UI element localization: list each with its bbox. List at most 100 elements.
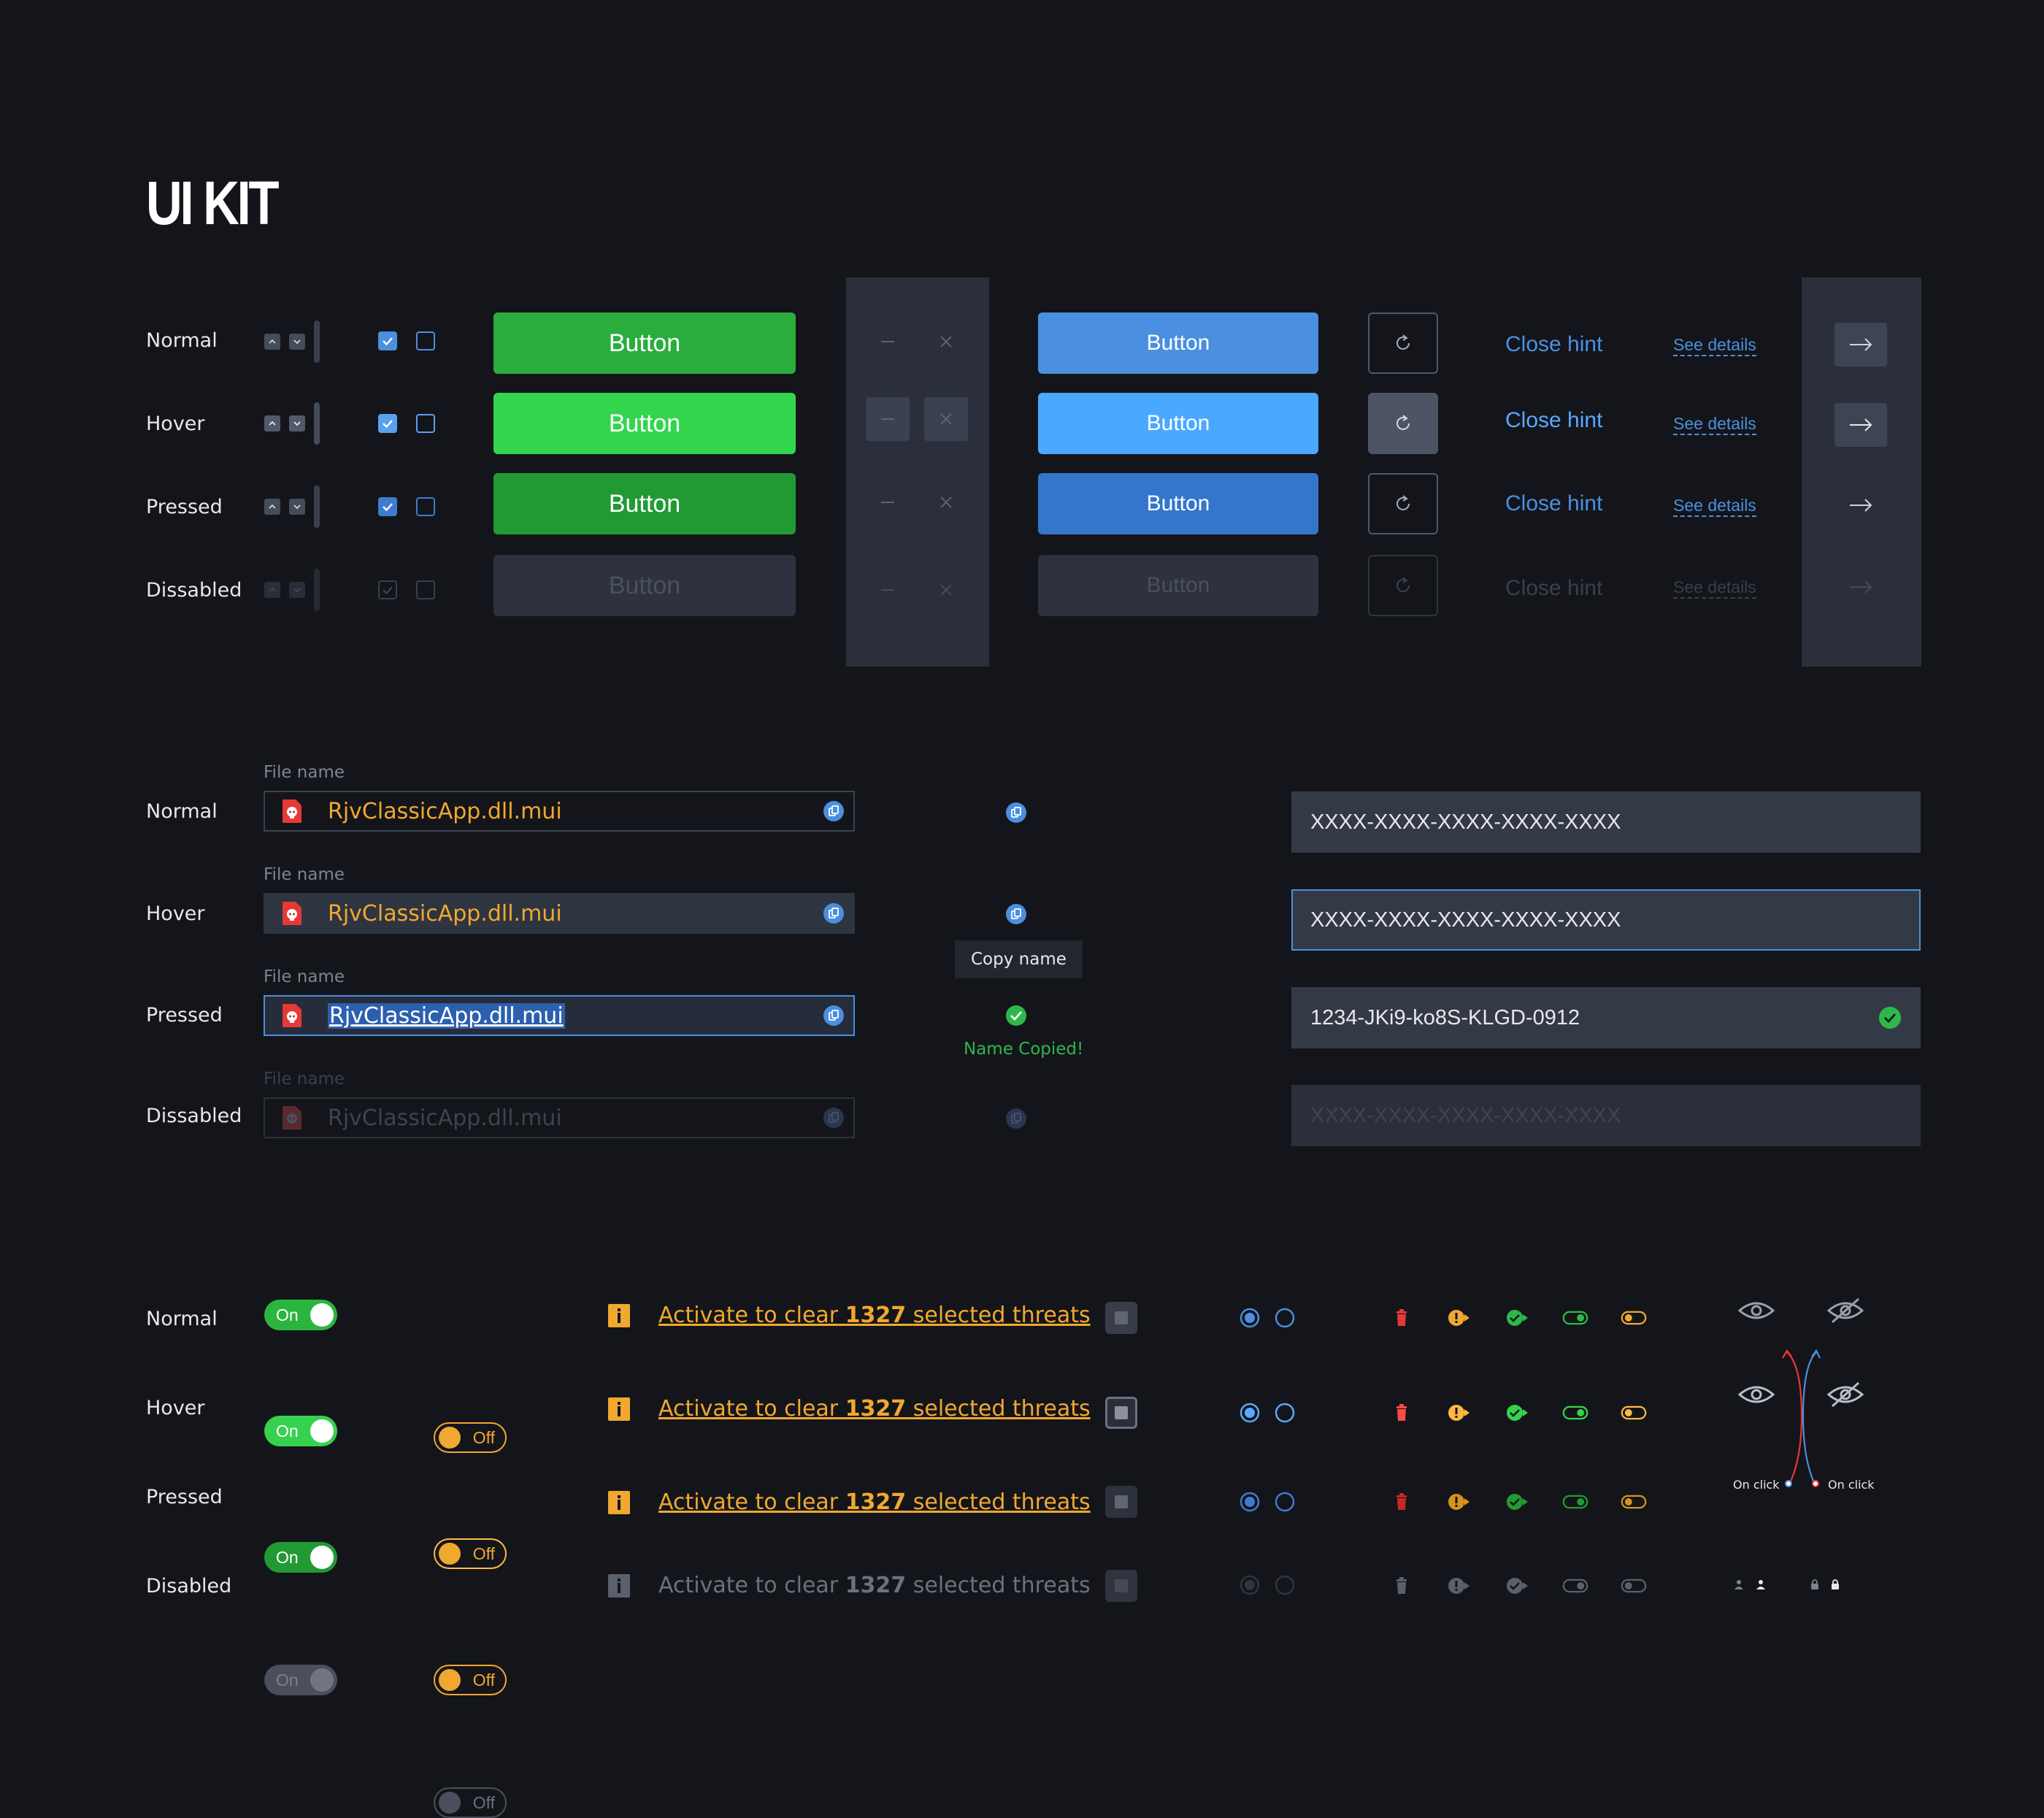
activate-link[interactable]: Activate to clear 1327 selected threats [658,1489,1091,1515]
refresh-icon [1396,495,1410,510]
trash-icon[interactable] [1388,1491,1415,1513]
trash-icon[interactable] [1388,1307,1415,1329]
toggle-on[interactable]: On [264,1542,337,1573]
toggle-on[interactable]: On [264,1416,337,1446]
secondary-button[interactable]: Button [1038,473,1318,534]
stop-button[interactable] [1105,1397,1137,1429]
scroll-thumb[interactable] [314,321,320,363]
primary-button[interactable]: Button [493,473,796,534]
see-details-link[interactable]: See details [1673,334,1756,356]
refresh-button[interactable] [1368,312,1438,374]
file-name-field[interactable]: RjvClassicApp.dll.mui [264,995,855,1036]
primary-button: Button [493,555,796,616]
name-copied-message: Name Copied! [964,1040,1084,1059]
toggle-icon[interactable] [1621,1307,1647,1329]
license-key-input[interactable]: 1234-JKi9-ko8S-KLGD-0912 [1291,987,1921,1048]
refresh-button[interactable] [1368,393,1438,454]
toggle-off[interactable]: Off [434,1422,507,1453]
file-name-field[interactable]: RjvClassicApp.dll.mui [264,893,855,934]
secondary-button[interactable]: Button [1038,312,1318,374]
warning-arrow-icon[interactable] [1447,1402,1473,1424]
stepper-down-button[interactable] [289,499,305,515]
check-arrow-icon[interactable] [1505,1402,1532,1424]
stepper-up-button[interactable] [264,334,280,350]
minimize-button[interactable] [866,397,910,441]
stepper-up-button[interactable] [264,415,280,432]
checkbox-checked[interactable] [378,497,397,516]
toggle-icon[interactable] [1621,1402,1647,1424]
see-details-link[interactable]: See details [1673,495,1756,517]
checkbox-unchecked[interactable] [416,497,435,516]
toggle-on-label: On [276,1670,299,1689]
primary-button[interactable]: Button [493,393,796,454]
see-details-link[interactable]: See details [1673,413,1756,435]
stop-icon [1115,1311,1128,1324]
refresh-icon [1396,415,1410,430]
next-button[interactable] [1834,483,1887,527]
warning-arrow-icon[interactable] [1447,1491,1473,1513]
warning-arrow-icon[interactable] [1447,1307,1473,1329]
toggle-icon[interactable] [1562,1491,1588,1513]
file-name-field[interactable]: RjvClassicApp.dll.mui [264,791,855,832]
eye-icon[interactable] [1737,1380,1775,1409]
eye-icon[interactable] [1737,1296,1775,1325]
radio-selected[interactable] [1240,1492,1260,1512]
stop-button[interactable] [1105,1486,1137,1518]
copy-icon[interactable] [823,800,845,822]
trash-icon[interactable] [1388,1402,1415,1424]
check-arrow-icon[interactable] [1505,1307,1532,1329]
copy-icon[interactable] [823,1005,845,1027]
copy-icon[interactable] [823,902,845,924]
primary-button[interactable]: Button [493,312,796,374]
checkbox-unchecked[interactable] [416,414,435,433]
activate-link[interactable]: Activate to clear 1327 selected threats [658,1396,1091,1422]
radio-unselected[interactable] [1275,1492,1295,1512]
license-key-input[interactable]: XXXX-XXXX-XXXX-XXXX-XXXX [1291,889,1921,951]
state-label-normal: Normal [146,329,218,352]
close-hint-link[interactable]: Close hint [1505,491,1602,516]
toggle-on[interactable]: On [264,1300,337,1330]
copy-icon[interactable] [1005,802,1027,824]
scroll-thumb[interactable] [314,486,320,528]
arrow-right-icon [1850,338,1872,351]
copy-icon[interactable] [1005,903,1027,925]
toggle-off[interactable]: Off [434,1665,507,1695]
toggle-icon[interactable] [1621,1491,1647,1513]
close-hint-link[interactable]: Close hint [1505,408,1602,433]
checkbox-checked[interactable] [378,331,397,350]
refresh-button[interactable] [1368,473,1438,534]
license-key-input: XXXX-XXXX-XXXX-XXXX-XXXX [1291,1085,1921,1146]
stepper-up-button[interactable] [264,499,280,515]
stepper-down-button[interactable] [289,415,305,432]
radio-unselected[interactable] [1275,1403,1295,1423]
next-button[interactable] [1834,403,1887,447]
scroll-thumb[interactable] [314,402,320,445]
checkbox-unchecked[interactable] [416,331,435,350]
toggle-on: On [264,1665,337,1695]
license-key-input[interactable]: XXXX-XXXX-XXXX-XXXX-XXXX [1291,791,1921,853]
close-button[interactable] [924,397,968,441]
radio-unselected[interactable] [1275,1308,1295,1328]
toggle-off[interactable]: Off [434,1538,507,1569]
minimize-button[interactable] [866,320,910,364]
lock-icon [1811,1579,1818,1589]
radio-selected[interactable] [1240,1403,1260,1423]
chevron-down-icon [293,421,301,426]
next-button[interactable] [1834,323,1887,367]
close-hint-link[interactable]: Close hint [1505,332,1602,357]
close-button[interactable] [924,480,968,524]
minimize-button[interactable] [866,480,910,524]
check-arrow-icon[interactable] [1505,1491,1532,1513]
checkbox-checked [378,580,397,599]
stop-button[interactable] [1105,1302,1137,1334]
radio-selected[interactable] [1240,1308,1260,1328]
close-button[interactable] [924,320,968,364]
stepper-up-button [264,582,280,598]
activate-link[interactable]: Activate to clear 1327 selected threats [658,1303,1091,1328]
toggle-icon[interactable] [1562,1307,1588,1329]
eye-off-icon[interactable] [1826,1296,1864,1325]
stepper-down-button[interactable] [289,334,305,350]
checkbox-checked[interactable] [378,414,397,433]
toggle-icon[interactable] [1562,1402,1588,1424]
secondary-button[interactable]: Button [1038,393,1318,454]
